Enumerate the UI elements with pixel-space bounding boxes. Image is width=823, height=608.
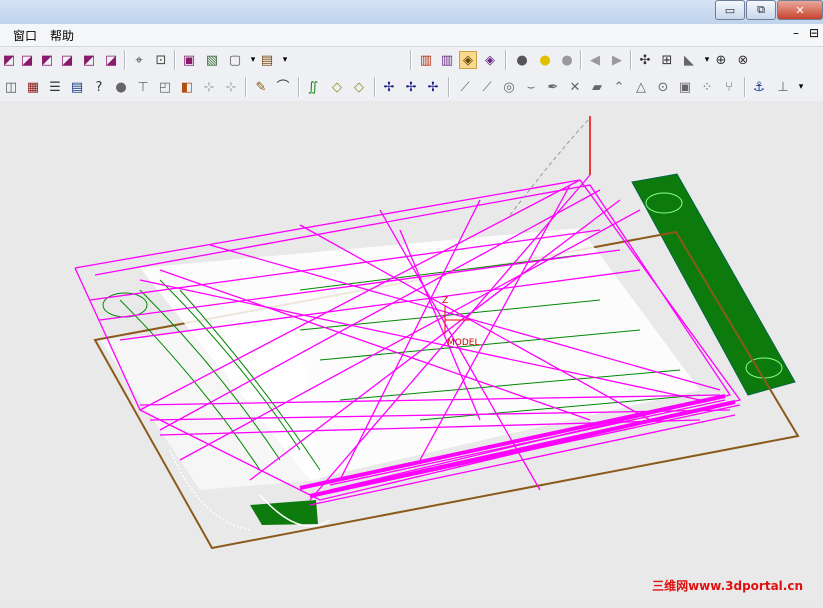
- axis-a-icon[interactable]: ✢: [380, 78, 398, 96]
- toolbar-separator: [448, 77, 450, 97]
- dim-dropdown-icon[interactable]: ▾: [792, 78, 810, 96]
- vertex-icon[interactable]: ⌃: [610, 78, 628, 96]
- layers-icon[interactable]: ▤: [68, 78, 86, 96]
- grid-a-icon[interactable]: ⊹: [200, 78, 218, 96]
- help-icon[interactable]: ?: [90, 78, 108, 96]
- view-iso-icon[interactable]: ◩: [0, 51, 18, 69]
- block-d-icon[interactable]: ◈: [481, 51, 499, 69]
- menu-bar: 窗口 帮助 – ⊟: [0, 24, 823, 47]
- watermark: 三维网www.3dportal.cn: [652, 579, 803, 593]
- shaded-box-icon[interactable]: ▣: [180, 51, 198, 69]
- block-b-icon[interactable]: ▥: [438, 51, 456, 69]
- axis-b-icon[interactable]: ✢: [402, 78, 420, 96]
- toolbar-separator: [580, 50, 582, 70]
- curve-icon[interactable]: ⌒: [274, 78, 292, 96]
- sphere-icon[interactable]: ●: [112, 78, 130, 96]
- branch-icon[interactable]: ⑂: [720, 78, 738, 96]
- title-bar: ▭ ⧉ ✕: [0, 0, 823, 24]
- toolbar-separator: [124, 50, 126, 70]
- wireframe-box-icon[interactable]: ▧: [203, 51, 221, 69]
- fixture-base: [250, 500, 318, 525]
- model-canvas: Z MODEL: [74, 116, 800, 550]
- cube-small-icon[interactable]: ◰: [156, 78, 174, 96]
- circle-icon[interactable]: ◎: [500, 78, 518, 96]
- part-surface: [100, 320, 320, 490]
- cross-icon[interactable]: ✕: [566, 78, 584, 96]
- pen-icon[interactable]: ✒: [544, 78, 562, 96]
- dim-icon[interactable]: ⊥: [774, 78, 792, 96]
- tool-e-icon[interactable]: ⊗: [734, 51, 752, 69]
- axis-label-z: Z: [442, 296, 448, 306]
- solid-a-icon[interactable]: ◇: [328, 78, 346, 96]
- triangle-icon[interactable]: △: [632, 78, 650, 96]
- draw-toolbar: ◫ ▦ ☰ ▤ ? ● ⊤ ◰ ◧ ⊹ ⊹ ✎ ⌒ ∬ ◇ ◇ ✢ ✢ ✢ ⟋ …: [0, 74, 823, 102]
- retract-path: [509, 117, 591, 216]
- graphics-viewport[interactable]: Z MODEL 三维网www.3dportal.cn: [0, 101, 823, 604]
- arrow-right-icon[interactable]: ▶: [608, 51, 626, 69]
- close-button[interactable]: ✕: [777, 0, 823, 20]
- open-icon[interactable]: ◫: [2, 78, 20, 96]
- view-right-icon[interactable]: ◩: [80, 51, 98, 69]
- box-icon[interactable]: ▣: [676, 78, 694, 96]
- block-c-icon[interactable]: ◈: [459, 51, 477, 69]
- line-icon[interactable]: ⟋: [456, 78, 474, 96]
- sketch-icon[interactable]: ✎: [252, 78, 270, 96]
- restore-button[interactable]: ⧉: [746, 0, 776, 20]
- view-toolbar: ◩ ◪ ◩ ◪ ◩ ◪ ⌖ ⊡ ▣ ▧ ▢ ▾ ▤ ▾ ▥ ▥ ◈ ◈ ● ● …: [0, 47, 823, 75]
- tool-c-icon[interactable]: ◣: [680, 51, 698, 69]
- view-front-icon[interactable]: ◪: [18, 51, 36, 69]
- render-dropdown-icon[interactable]: ▾: [276, 51, 294, 69]
- toolbar-separator: [410, 50, 412, 70]
- mdi-minimize-icon[interactable]: –: [793, 26, 799, 40]
- menu-window[interactable]: 窗口: [13, 27, 37, 44]
- view-top-icon[interactable]: ◪: [102, 51, 120, 69]
- tool-d-icon[interactable]: ⊕: [712, 51, 730, 69]
- render-icon[interactable]: ▤: [258, 51, 276, 69]
- anchor-icon[interactable]: ⚓: [750, 78, 768, 96]
- bulb-off-icon[interactable]: ●: [513, 51, 531, 69]
- toolbar-separator: [298, 77, 300, 97]
- point-icon[interactable]: ⊙: [654, 78, 672, 96]
- toolbar-separator: [374, 77, 376, 97]
- tool-a-icon[interactable]: ✣: [636, 51, 654, 69]
- toolbar-separator: [174, 50, 176, 70]
- window-controls: ▭ ⧉ ✕: [714, 0, 823, 20]
- block-a-icon[interactable]: ▥: [417, 51, 435, 69]
- model-label: MODEL: [447, 338, 479, 348]
- view-back-icon[interactable]: ◩: [38, 51, 56, 69]
- arrow-left-icon[interactable]: ◀: [586, 51, 604, 69]
- toolbar-separator: [744, 77, 746, 97]
- arc-icon[interactable]: ⌣: [522, 78, 540, 96]
- tool-icon[interactable]: ⊤: [134, 78, 152, 96]
- dots-icon[interactable]: ⁘: [698, 78, 716, 96]
- toolbar-separator: [245, 77, 247, 97]
- bulb-on-icon[interactable]: ●: [536, 51, 554, 69]
- solid-b-icon[interactable]: ◇: [350, 78, 368, 96]
- bulb-group-icon[interactable]: ●: [558, 51, 576, 69]
- view-left-icon[interactable]: ◪: [58, 51, 76, 69]
- mdi-controls: – ⊟: [793, 26, 819, 40]
- props-icon[interactable]: ▦: [24, 78, 42, 96]
- hatch-icon[interactable]: ▰: [588, 78, 606, 96]
- view-fit-icon[interactable]: ⌖: [130, 51, 148, 69]
- mdi-restore-icon[interactable]: ⊟: [809, 26, 819, 40]
- box-icon[interactable]: ▢: [226, 51, 244, 69]
- toolbar-separator: [505, 50, 507, 70]
- stack-icon[interactable]: ◧: [178, 78, 196, 96]
- grid-b-icon[interactable]: ⊹: [222, 78, 240, 96]
- menu-help[interactable]: 帮助: [50, 27, 74, 44]
- line2-icon[interactable]: ⟋: [478, 78, 496, 96]
- toolbar-separator: [630, 50, 632, 70]
- list-icon[interactable]: ☰: [46, 78, 64, 96]
- tool-b-icon[interactable]: ⊞: [658, 51, 676, 69]
- minimize-button[interactable]: ▭: [715, 0, 745, 20]
- view-zoom-icon[interactable]: ⊡: [152, 51, 170, 69]
- surface-icon[interactable]: ∬: [304, 78, 322, 96]
- axis-c-icon[interactable]: ✢: [424, 78, 442, 96]
